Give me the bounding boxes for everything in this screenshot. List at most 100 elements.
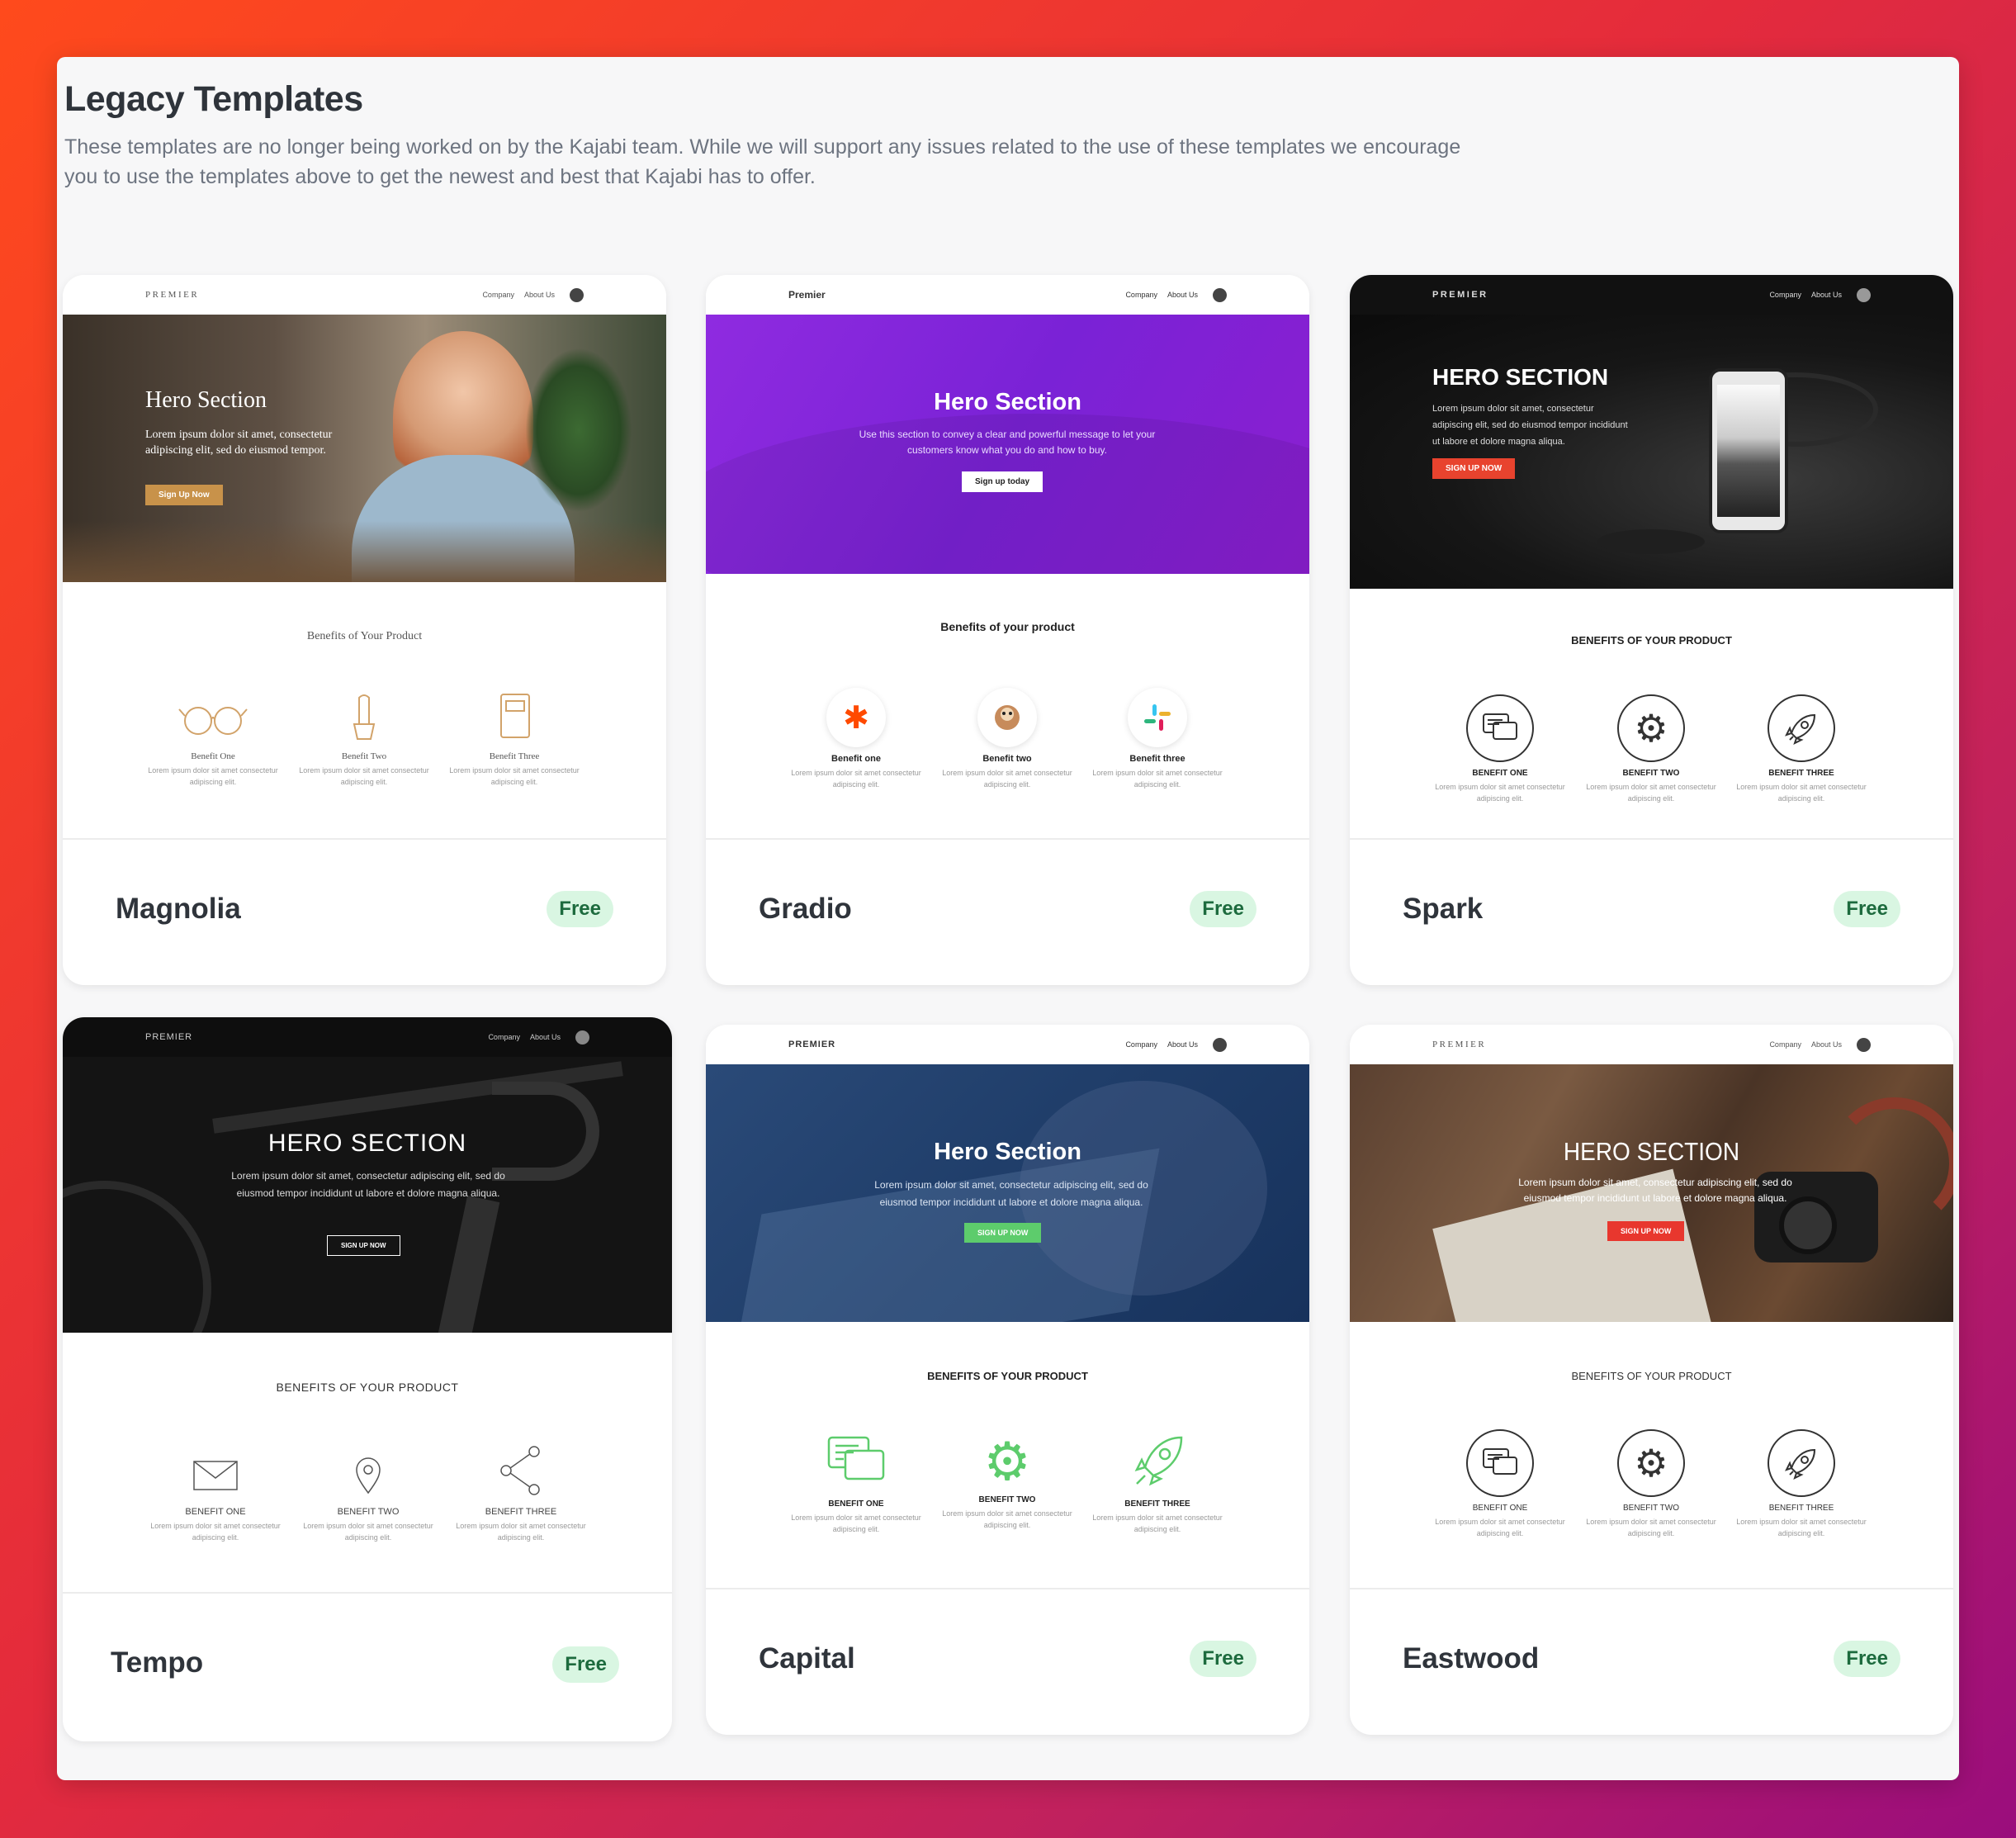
preview-hero-title: HERO SECTION bbox=[267, 1130, 467, 1157]
preview-nav-about: About Us bbox=[529, 1033, 561, 1041]
preview-nav-about: About Us bbox=[1167, 1040, 1198, 1049]
gear-icon: ⚙ bbox=[1617, 1429, 1685, 1497]
card-divider bbox=[1350, 838, 1953, 840]
template-card-capital[interactable]: PREMIER Company About Us Hero Section Lo… bbox=[706, 1025, 1309, 1735]
preview-benefit: BENEFIT TWO Lorem ipsum dolor sit amet c… bbox=[298, 1455, 438, 1543]
page-description: These templates are no longer being work… bbox=[64, 135, 1461, 188]
rocket-icon bbox=[1134, 1436, 1183, 1486]
preview-hero: HERO SECTION Lorem ipsum dolor sit amet,… bbox=[63, 1057, 672, 1333]
template-preview: Premier Company About Us Hero Section Us… bbox=[706, 275, 1309, 838]
template-preview: PREMIER Company About Us Hero Section Lo… bbox=[63, 275, 666, 838]
preview-logo: Premier bbox=[788, 289, 826, 301]
avatar-icon bbox=[1857, 287, 1871, 302]
envelope-icon bbox=[193, 1461, 238, 1490]
preview-logo: PREMIER bbox=[145, 290, 200, 300]
preview-logo: PREMIER bbox=[1432, 1040, 1487, 1049]
preview-nav-company: Company bbox=[1769, 291, 1801, 299]
preview-benefit: BENEFIT THREE Lorem ipsum dolor sit amet… bbox=[1731, 694, 1872, 804]
price-badge: Free bbox=[1834, 891, 1900, 927]
preview-hero-text: Lorem ipsum dolor sit amet, consectetur … bbox=[231, 1170, 505, 1199]
avatar-icon bbox=[1213, 287, 1227, 302]
preview-benefit: Benefit One Lorem ipsum dolor sit amet c… bbox=[143, 691, 283, 788]
preview-benefit: BENEFIT ONE Lorem ipsum dolor sit amet c… bbox=[1430, 1429, 1570, 1539]
template-name: Spark bbox=[1403, 893, 1484, 925]
template-name: Magnolia bbox=[116, 893, 241, 925]
preview-hero-text: Lorem ipsum dolor sit amet, consectetur … bbox=[1432, 404, 1628, 447]
preview-nav-about: About Us bbox=[1810, 291, 1842, 299]
preview-nav-company: Company bbox=[482, 291, 514, 299]
template-preview: PREMIER Company About Us HERO SECTION Lo… bbox=[1350, 1025, 1953, 1588]
preview-hero-title: HERO SECTION bbox=[1563, 1137, 1740, 1166]
preview-benefit: Benefit three Lorem ipsum dolor sit amet… bbox=[1087, 688, 1228, 790]
preview-hero-button: Sign Up Now bbox=[145, 485, 223, 505]
preview-logo: PREMIER bbox=[145, 1032, 193, 1042]
card-divider bbox=[63, 838, 666, 840]
preview-benefit: BENEFIT ONE Lorem ipsum dolor sit amet c… bbox=[1430, 694, 1570, 804]
preview-hero: Hero Section Use this section to convey … bbox=[706, 315, 1309, 574]
preview-hero: HERO SECTION Lorem ipsum dolor sit amet,… bbox=[1350, 315, 1953, 589]
preview-benefit: BENEFIT ONE Lorem ipsum dolor sit amet c… bbox=[145, 1455, 286, 1543]
preview-hero-button: SIGN UP NOW bbox=[964, 1223, 1042, 1243]
template-name: Gradio bbox=[759, 893, 852, 925]
preview-benefits-title: Benefits of Your Product bbox=[306, 630, 423, 642]
template-name: Eastwood bbox=[1403, 1642, 1540, 1675]
preview-benefit: Benefit Two Lorem ipsum dolor sit amet c… bbox=[294, 691, 434, 788]
zapier-icon: ✱ bbox=[826, 688, 886, 747]
template-card-tempo[interactable]: PREMIER Company About Us HERO SECTION Lo… bbox=[63, 1017, 672, 1741]
preview-nav-company: Company bbox=[1125, 291, 1157, 299]
preview-benefits-title: BENEFITS OF YOUR PRODUCT bbox=[1571, 1370, 1732, 1382]
preview-benefit: BENEFIT ONE Lorem ipsum dolor sit amet c… bbox=[786, 1434, 926, 1535]
preview-hero: Hero Section Lorem ipsum dolor sit amet,… bbox=[63, 315, 666, 582]
card-divider bbox=[706, 1588, 1309, 1589]
slack-icon bbox=[1128, 688, 1187, 747]
share-icon bbox=[500, 1446, 540, 1495]
notebook-icon bbox=[500, 694, 530, 738]
template-preview: PREMIER Company About Us HERO SECTION Lo… bbox=[63, 1017, 672, 1592]
template-card-gradio[interactable]: Premier Company About Us Hero Section Us… bbox=[706, 275, 1309, 985]
preview-benefit: BENEFIT THREE Lorem ipsum dolor sit amet… bbox=[451, 1445, 591, 1543]
preview-hero-button: Sign up today bbox=[962, 471, 1043, 492]
template-card-eastwood[interactable]: PREMIER Company About Us HERO SECTION Lo… bbox=[1350, 1025, 1953, 1735]
preview-nav-company: Company bbox=[1769, 1040, 1801, 1049]
preview-hero: Hero Section Lorem ipsum dolor sit amet,… bbox=[706, 1064, 1309, 1322]
glasses-icon bbox=[178, 707, 248, 735]
preview-benefit: BENEFIT THREE Lorem ipsum dolor sit amet… bbox=[1731, 1429, 1872, 1539]
preview-logo: PREMIER bbox=[1432, 290, 1488, 300]
template-name: Tempo bbox=[111, 1646, 204, 1679]
preview-nav-company: Company bbox=[1125, 1040, 1157, 1049]
preview-benefits-title: Benefits of your product bbox=[940, 620, 1075, 633]
preview-benefit: ⚙ BENEFIT TWO Lorem ipsum dolor sit amet… bbox=[1581, 1429, 1721, 1539]
preview-benefit: Benefit two Lorem ipsum dolor sit amet c… bbox=[937, 688, 1077, 790]
template-card-magnolia[interactable]: PREMIER Company About Us Hero Section Lo… bbox=[63, 275, 666, 985]
price-badge: Free bbox=[547, 891, 613, 927]
preview-hero-title: Hero Section bbox=[145, 387, 267, 413]
card-divider bbox=[706, 838, 1309, 840]
preview-logo: PREMIER bbox=[788, 1040, 836, 1049]
chat-icon bbox=[1466, 1429, 1534, 1497]
rocket-icon bbox=[1768, 1429, 1835, 1497]
rocket-icon bbox=[1768, 694, 1835, 762]
map-pin-icon bbox=[356, 1457, 381, 1495]
preview-hero-title: HERO SECTION bbox=[1432, 364, 1609, 390]
template-name: Capital bbox=[759, 1642, 855, 1675]
preview-benefit: ⚙ BENEFIT TWO Lorem ipsum dolor sit amet… bbox=[937, 1434, 1077, 1531]
template-card-spark[interactable]: PREMIER Company About Us HERO SECTION Lo… bbox=[1350, 275, 1953, 985]
preview-nav-about: About Us bbox=[523, 291, 555, 299]
gear-icon: ⚙ bbox=[1617, 694, 1685, 762]
preview-benefit: Benefit Three Lorem ipsum dolor sit amet… bbox=[444, 691, 584, 788]
price-badge: Free bbox=[1834, 1641, 1900, 1677]
avatar-icon bbox=[575, 1030, 589, 1045]
template-preview: PREMIER Company About Us HERO SECTION Lo… bbox=[1350, 275, 1953, 838]
preview-hero-text: Use this section to convey a clear and p… bbox=[859, 429, 1156, 456]
avatar-icon bbox=[1213, 1037, 1227, 1052]
preview-benefits-title: BENEFITS OF YOUR PRODUCT bbox=[1571, 634, 1732, 647]
preview-hero-title: Hero Section bbox=[934, 389, 1081, 415]
preview-benefits-title: BENEFITS OF YOUR PRODUCT bbox=[927, 1370, 1088, 1382]
page-title: Legacy Templates bbox=[64, 79, 363, 119]
price-badge: Free bbox=[1190, 891, 1256, 927]
avatar-icon bbox=[1857, 1037, 1871, 1052]
price-badge: Free bbox=[1190, 1641, 1256, 1677]
mailchimp-icon bbox=[977, 688, 1037, 747]
preview-hero-text: Lorem ipsum dolor sit amet, consectetur … bbox=[145, 429, 333, 457]
chat-icon bbox=[827, 1436, 885, 1480]
